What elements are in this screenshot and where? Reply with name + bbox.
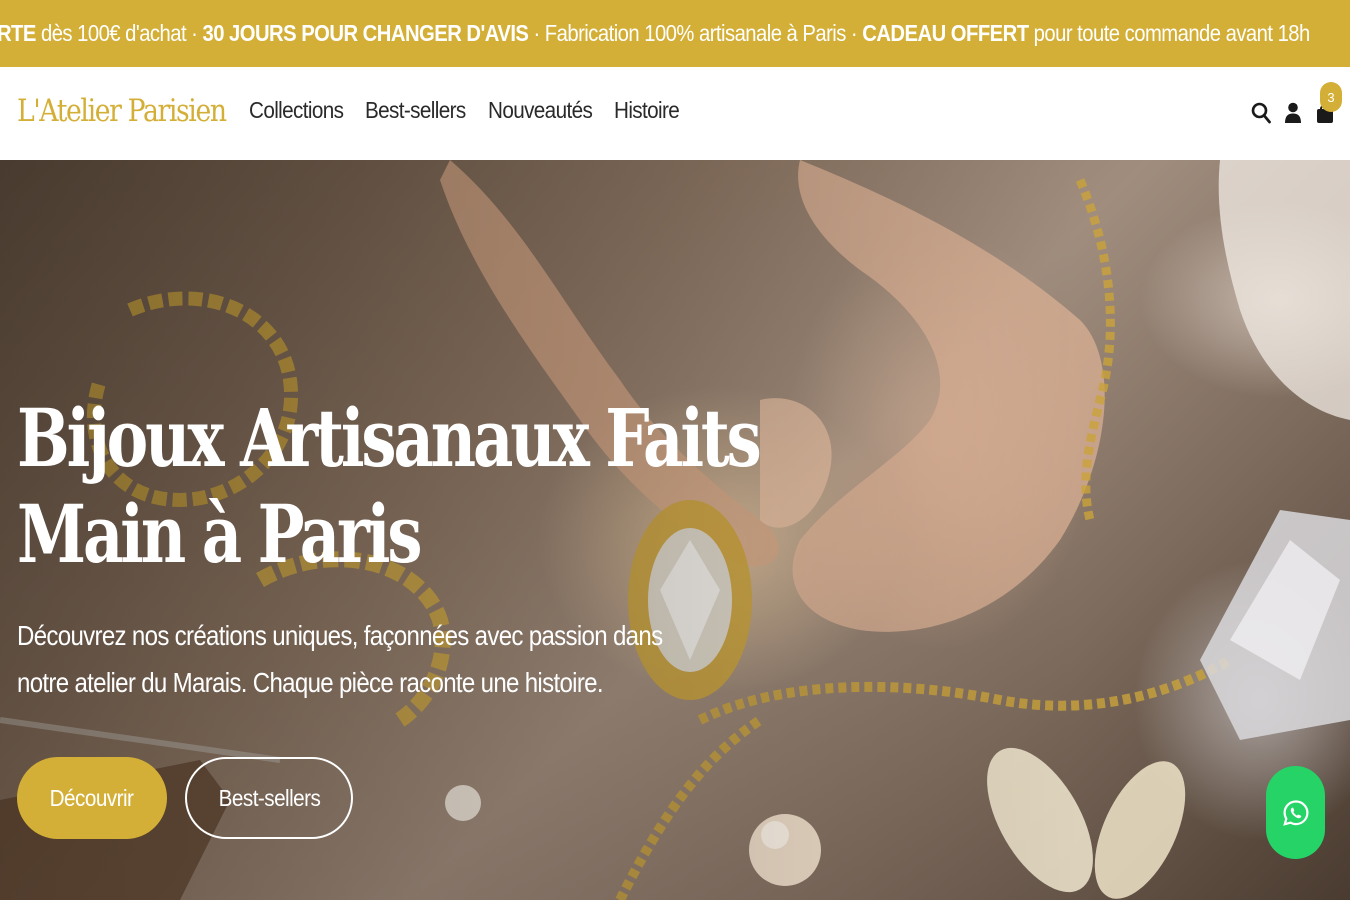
whatsapp-icon — [1282, 799, 1309, 826]
site-logo[interactable]: L'Atelier Parisien — [17, 93, 227, 129]
announcement-segment: ERTE — [0, 20, 36, 46]
hero-banner: Bijoux Artisanaux Faits Main à Paris Déc… — [0, 160, 1350, 900]
nav-item-histoire[interactable]: Histoire — [614, 97, 680, 124]
nav-item-best-sellers[interactable]: Best-sellers — [365, 97, 466, 124]
site-header: L'Atelier Parisien Collections Best-sell… — [0, 67, 1350, 160]
search-icon[interactable] — [1250, 100, 1272, 126]
hero-title: Bijoux Artisanaux Faits Main à Paris — [17, 390, 762, 582]
best-sellers-button[interactable]: Best-sellers — [185, 757, 353, 839]
announcement-bar: ERTE dès 100€ d'achat · 30 JOURS POUR CH… — [0, 0, 1350, 67]
hero-subtitle-line: Découvrez nos créations uniques, façonné… — [17, 620, 663, 651]
announcement-segment: CADEAU OFFERT — [862, 20, 1029, 46]
nav-item-collections[interactable]: Collections — [249, 97, 344, 124]
cart-count-badge: 3 — [1320, 82, 1342, 112]
best-sellers-button-label: Best-sellers — [218, 784, 320, 811]
hero-title-line: Bijoux Artisanaux Faits — [17, 391, 762, 485]
hero-title-line: Main à Paris — [17, 487, 423, 581]
announcement-segment: 30 JOURS POUR CHANGER D'AVIS — [202, 20, 529, 46]
announcement-segment: dès 100€ d'achat — [35, 20, 187, 46]
main-nav: Collections Best-sellers Nouveautés Hist… — [249, 97, 706, 124]
discover-button[interactable]: Découvrir — [17, 757, 167, 839]
user-icon[interactable] — [1282, 100, 1304, 126]
announcement-segment: · — [186, 20, 203, 46]
discover-button-label: Découvrir — [50, 784, 134, 811]
hero-subtitle-line: notre atelier du Marais. Chaque pièce ra… — [17, 667, 604, 698]
announcement-segment: · Fabrication 100% artisanale à Paris · — [528, 20, 863, 46]
whatsapp-button[interactable] — [1266, 766, 1325, 859]
hero-subtitle: Découvrez nos créations uniques, façonné… — [17, 612, 688, 706]
nav-item-nouveautes[interactable]: Nouveautés — [488, 97, 593, 124]
announcement-segment: pour toute commande avant 18h — [1028, 20, 1311, 46]
announcement-text: ERTE dès 100€ d'achat · 30 JOURS POUR CH… — [0, 0, 1310, 67]
